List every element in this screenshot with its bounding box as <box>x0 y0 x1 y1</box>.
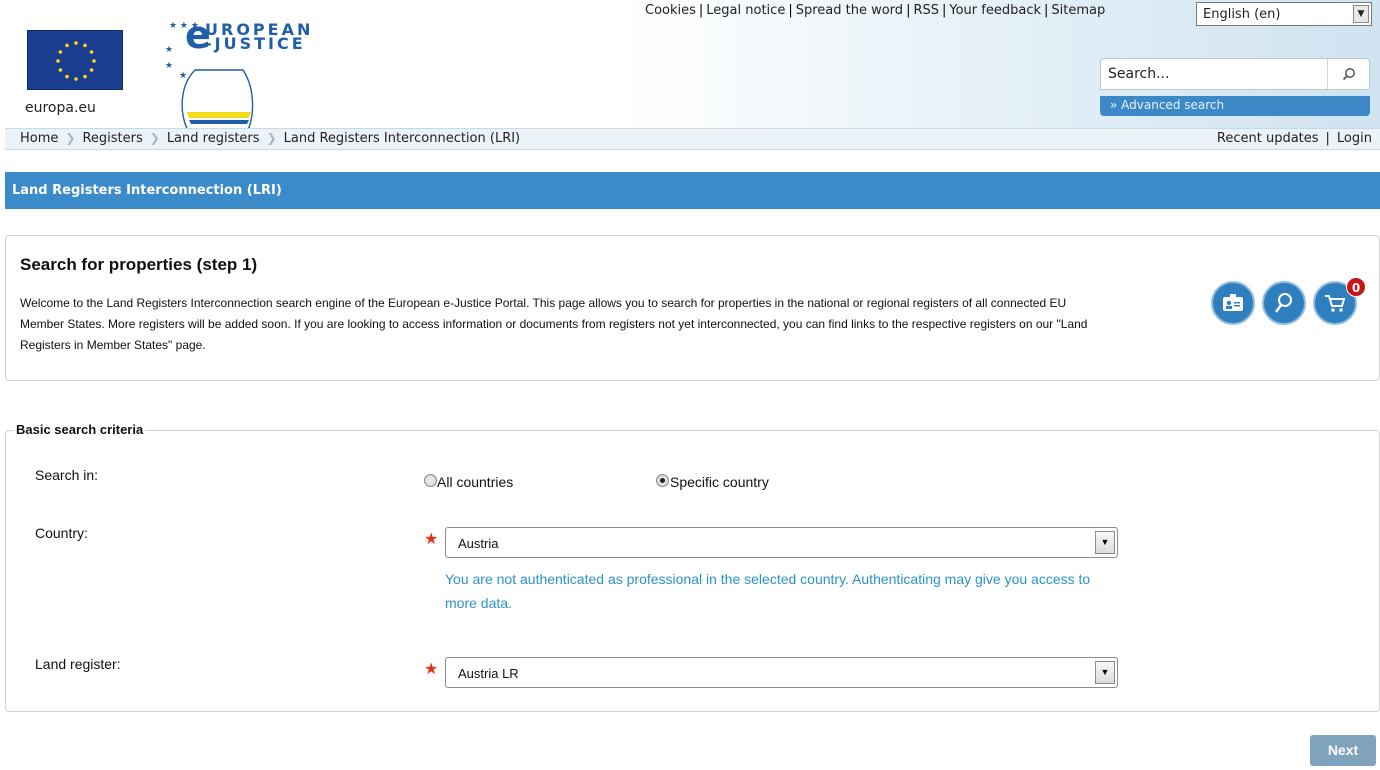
language-selected-value: English (en) <box>1203 7 1281 22</box>
breadcrumb-land-registers[interactable]: Land registers <box>167 131 260 146</box>
eu-stars-icon <box>56 41 96 81</box>
user-links: Recent updates | Login <box>1217 131 1372 146</box>
breadcrumb-current: Land Registers Interconnection (LRI) <box>283 131 521 146</box>
required-star-icon: ★ <box>424 529 439 548</box>
separator: | <box>906 3 911 18</box>
authentication-notice: You are not authenticated as professiona… <box>445 571 1091 611</box>
spread-the-word-link[interactable]: Spread the word <box>796 3 903 18</box>
advanced-search-link[interactable]: » Advanced search <box>1100 96 1370 116</box>
search-icon[interactable] <box>1262 281 1306 325</box>
chevron-right-icon: ❯ <box>149 131 160 145</box>
chevron-right-icon: ❯ <box>65 131 76 145</box>
chevron-down-icon[interactable]: ▼ <box>1353 5 1369 23</box>
chevron-down-icon[interactable]: ▼ <box>1095 661 1115 684</box>
your-feedback-link[interactable]: Your feedback <box>949 3 1041 18</box>
cart-count-badge: 0 <box>1346 277 1366 297</box>
country-label: Country: <box>35 525 88 541</box>
separator: | <box>942 3 947 18</box>
intro-panel: Search for properties (step 1) Welcome t… <box>5 235 1380 381</box>
land-register-label: Land register: <box>35 656 121 672</box>
eu-flag-logo[interactable] <box>27 30 123 90</box>
chevron-right-icon: ❯ <box>266 131 277 145</box>
breadcrumb-bar: Home ❯ Registers ❯ Land registers ❯ Land Regis… <box>5 128 1380 150</box>
logo-wordmark: UROPEAN -JUSTICE <box>205 22 313 53</box>
land-register-selected-value: Austria LR <box>458 666 519 681</box>
chevron-down-icon[interactable]: ▼ <box>1095 531 1115 554</box>
search-glyph-icon <box>1275 293 1292 313</box>
logo-line-2: -JUSTICE <box>205 34 306 53</box>
breadcrumb-home[interactable]: Home <box>20 131 58 146</box>
europa-label[interactable]: europa.eu <box>25 100 96 116</box>
magnifier-icon <box>1342 68 1355 81</box>
criteria-legend: Basic search criteria <box>14 422 146 437</box>
breadcrumb-registers[interactable]: Registers <box>82 131 142 146</box>
radio-specific-country[interactable] <box>656 474 669 487</box>
intro-heading: Search for properties (step 1) <box>20 255 258 274</box>
cart-glyph-icon <box>1325 295 1346 312</box>
separator: | <box>1044 3 1049 18</box>
land-register-select[interactable]: Austria LR ▼ <box>445 657 1118 688</box>
radio-specific-country-label[interactable]: Specific country <box>670 474 769 490</box>
search-input[interactable] <box>1101 59 1327 89</box>
country-select[interactable]: Austria ▼ <box>445 527 1118 558</box>
site-search <box>1100 58 1370 90</box>
rss-link[interactable]: RSS <box>913 3 939 18</box>
radio-all-countries[interactable] <box>424 474 437 487</box>
search-button[interactable] <box>1327 59 1369 89</box>
svg-text:★: ★ <box>165 45 173 55</box>
cookies-link[interactable]: Cookies <box>645 3 696 18</box>
svg-text:★: ★ <box>165 61 173 71</box>
recent-updates-link[interactable]: Recent updates <box>1217 131 1319 146</box>
search-in-label: Search in: <box>35 467 99 483</box>
id-card-icon[interactable] <box>1211 281 1255 325</box>
page-title-bar: Land Registers Interconnection (LRI) <box>5 172 1380 209</box>
separator: | <box>1325 131 1330 146</box>
top-links: Cookies | Legal notice | Spread the word | RSS… <box>645 3 1105 18</box>
required-star-icon: ★ <box>424 659 439 678</box>
legal-notice-link[interactable]: Legal notice <box>706 3 785 18</box>
svg-text:★: ★ <box>179 71 187 81</box>
login-link[interactable]: Login <box>1337 131 1372 146</box>
id-card-glyph-icon <box>1223 294 1243 311</box>
radio-all-countries-label[interactable]: All countries <box>437 474 513 490</box>
separator: | <box>788 3 793 18</box>
next-button[interactable]: Next <box>1310 735 1376 766</box>
page-title: Land Registers Interconnection (LRI) <box>12 183 282 198</box>
intro-text: Welcome to the Land Registers Interconne… <box>20 296 1088 352</box>
language-select[interactable]: English (en) ▼ <box>1196 2 1372 26</box>
country-selected-value: Austria <box>458 536 499 551</box>
sitemap-link[interactable]: Sitemap <box>1051 3 1105 18</box>
separator: | <box>698 3 704 18</box>
breadcrumb: Home ❯ Registers ❯ Land registers ❯ Land Regis… <box>20 131 520 146</box>
